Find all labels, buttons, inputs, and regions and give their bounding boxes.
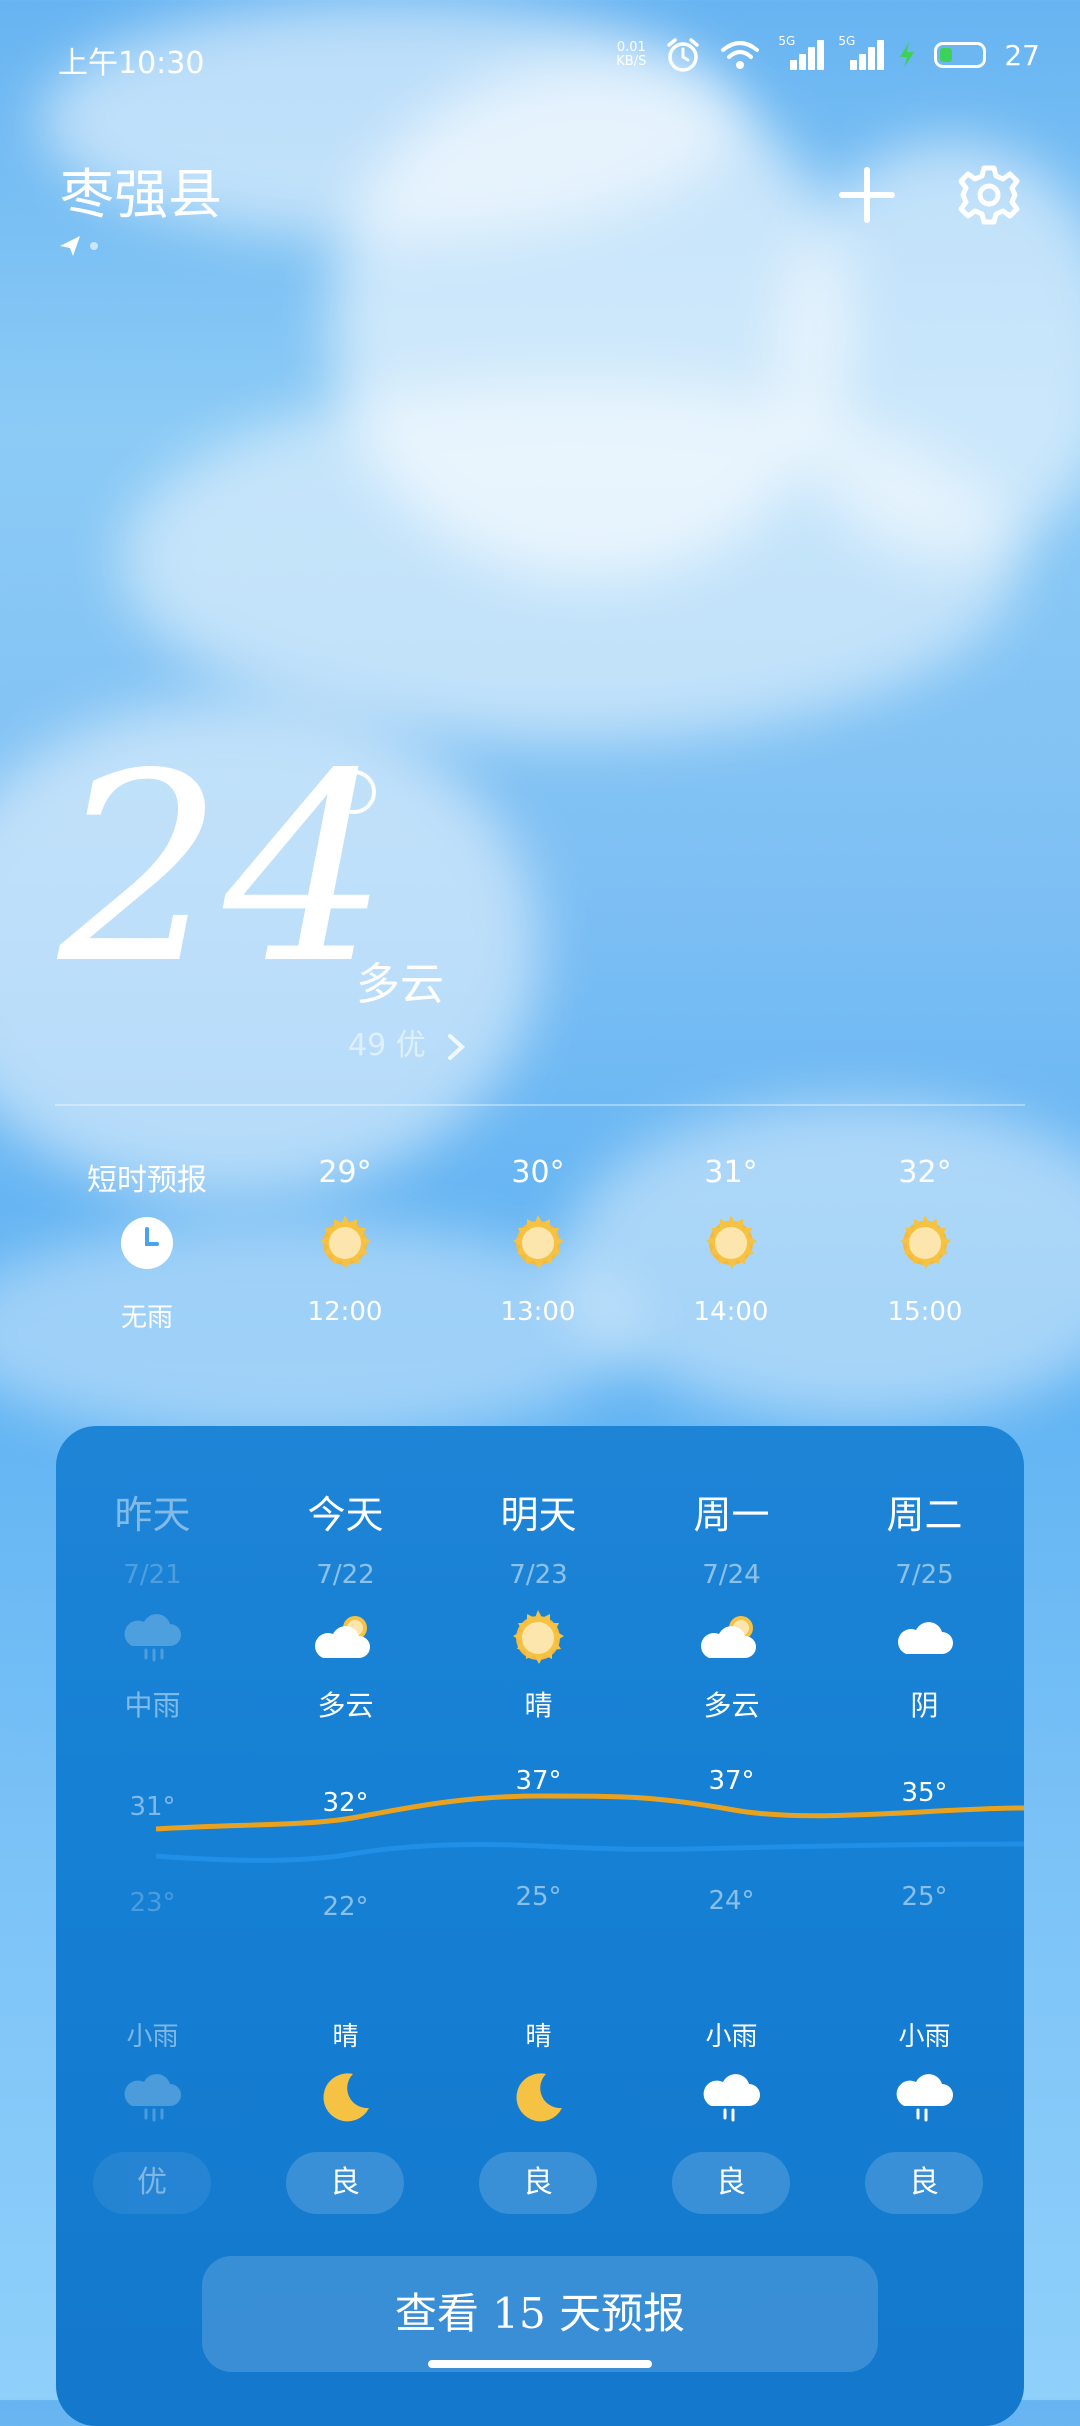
day-name: 周一: [693, 1493, 770, 1537]
plus-icon: [839, 167, 895, 223]
hourly-label: 短时预报: [87, 1163, 207, 1198]
hourly-temp: 31°: [704, 1155, 758, 1190]
location-arrow-icon: [60, 236, 98, 256]
low-temp: 25°: [901, 1882, 948, 1912]
high-temp: 37°: [708, 1766, 755, 1796]
hourly-temp: 32°: [898, 1155, 952, 1190]
night-condition: 晴: [332, 2022, 359, 2052]
settings-button[interactable]: [954, 160, 1024, 230]
chevron-right-icon: [448, 1033, 466, 1060]
battery-icon: [934, 42, 987, 68]
hourly-item: 29° 12:00: [245, 1155, 445, 1327]
cloud-icon: [892, 1606, 956, 1670]
hourly-item[interactable]: 短时预报 无雨: [47, 1155, 247, 1334]
add-city-button[interactable]: [832, 160, 902, 230]
sun-icon: [506, 1606, 570, 1670]
day-date: 7/21: [123, 1560, 182, 1590]
partly-cloudy-icon: [699, 1606, 763, 1670]
signal-icon-sim2: 5G: [838, 34, 885, 70]
hourly-time: 14:00: [693, 1297, 769, 1327]
hourly-time: 13:00: [500, 1297, 576, 1327]
rain-cloud-icon: [892, 2066, 956, 2130]
hourly-item: 30° 13:00: [438, 1155, 638, 1327]
hourly-item: 31° 14:00: [631, 1155, 831, 1327]
city-name[interactable]: 枣强县: [60, 150, 222, 229]
current-condition: 多云: [356, 959, 444, 1010]
night-condition: 晴: [525, 2022, 552, 2052]
day-date: 7/25: [895, 1560, 954, 1590]
day-condition: 中雨: [124, 1689, 181, 1722]
network-speed: 0.01 KB/S: [616, 40, 647, 69]
hourly-time: 12:00: [307, 1297, 383, 1327]
high-temp: 37°: [515, 1766, 562, 1796]
gear-icon: [958, 165, 1020, 225]
day-date: 7/23: [509, 1560, 568, 1590]
air-quality-link[interactable]: 49 优: [348, 1020, 469, 1064]
charging-icon: [900, 42, 915, 68]
hourly-forecast[interactable]: 短时预报 无雨 29° 12:00 30° 13:00 31° 14:00 32…: [55, 1155, 1025, 1355]
location-indicator: [58, 234, 98, 262]
sun-icon: [893, 1211, 957, 1275]
air-quality-badge: 优: [93, 2152, 211, 2214]
battery-level: 27: [1004, 38, 1040, 72]
rain-cloud-icon: [699, 2066, 763, 2130]
low-temp-curve: [155, 1841, 1024, 1863]
hourly-sublabel: 无雨: [120, 1303, 173, 1333]
air-quality-badge: 良: [479, 2152, 597, 2214]
moon-icon: [506, 2066, 570, 2130]
night-condition: 小雨: [126, 2022, 179, 2052]
night-condition: 小雨: [705, 2022, 758, 2052]
day-condition: 多云: [703, 1689, 760, 1722]
partly-cloudy-icon: [313, 1606, 377, 1670]
status-icons: 0.01 KB/S 5G 5G 27: [616, 34, 1040, 74]
moon-icon: [313, 2066, 377, 2130]
day-date: 7/22: [316, 1560, 375, 1590]
night-condition: 小雨: [898, 2022, 951, 2052]
low-temp: 23°: [129, 1888, 176, 1918]
low-temp: 22°: [322, 1892, 369, 1922]
day-name: 今天: [307, 1493, 384, 1537]
day-condition: 阴: [910, 1689, 939, 1722]
wifi-icon: [721, 41, 760, 69]
low-temp: 25°: [515, 1882, 562, 1912]
air-quality-badge: 良: [672, 2152, 790, 2214]
home-indicator[interactable]: [428, 2360, 652, 2368]
divider: [55, 1104, 1025, 1106]
sun-icon: [506, 1211, 570, 1275]
day-condition: 晴: [524, 1689, 553, 1722]
rain-cloud-icon: [120, 1606, 184, 1670]
high-temp: 35°: [901, 1778, 948, 1808]
hourly-temp: 29°: [318, 1155, 372, 1190]
day-name: 明天: [500, 1493, 577, 1537]
daily-forecast-card[interactable]: 昨天 7/21 中雨 31° 23° 小雨 优 今天 7/22 多云 32° 2…: [56, 1426, 1024, 2426]
low-temp: 24°: [708, 1886, 755, 1916]
day-condition: 多云: [317, 1689, 374, 1722]
hourly-temp: 30°: [511, 1155, 565, 1190]
air-quality-badge: 良: [865, 2152, 983, 2214]
day-name: 周二: [886, 1493, 963, 1537]
high-temp: 32°: [322, 1788, 369, 1818]
air-quality-badge: 良: [286, 2152, 404, 2214]
day-name: 昨天: [114, 1493, 191, 1537]
hourly-item: 32° 15:00: [825, 1155, 1025, 1327]
degree-symbol: [332, 770, 376, 814]
day-date: 7/24: [702, 1560, 761, 1590]
air-quality-value: 49 优: [348, 1028, 426, 1063]
status-bar: 上午10:30 0.01 KB/S 5G 5G 27: [0, 0, 1080, 120]
alarm-icon: [667, 38, 700, 72]
clock-icon: [115, 1211, 179, 1275]
rain-cloud-icon: [120, 2066, 184, 2130]
sun-icon: [699, 1211, 763, 1275]
status-time: 上午10:30: [58, 46, 205, 81]
sun-icon: [313, 1211, 377, 1275]
view-15-day-forecast-button[interactable]: 查看 15 天预报: [202, 2256, 878, 2372]
hourly-time: 15:00: [887, 1297, 963, 1327]
high-temp: 31°: [129, 1792, 176, 1822]
signal-icon-sim1: 5G: [778, 34, 825, 70]
